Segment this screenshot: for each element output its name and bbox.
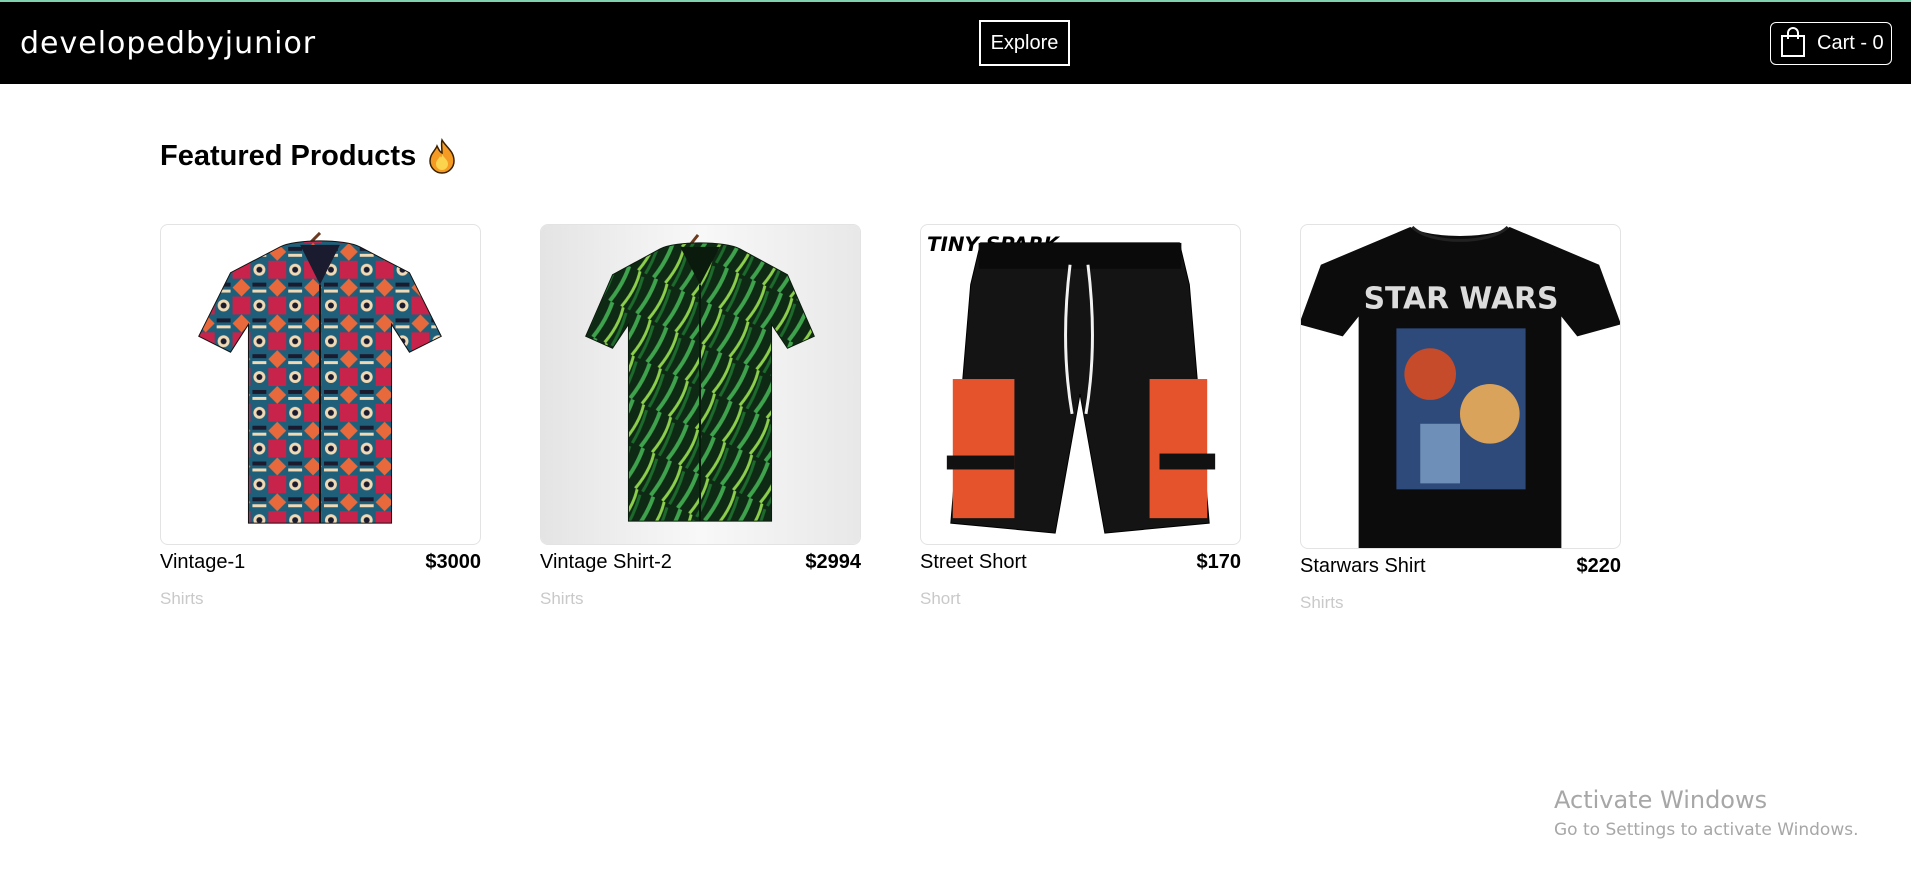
- watermark-subtitle: Go to Settings to activate Windows.: [1554, 820, 1859, 840]
- product-image-patterned-shirt[interactable]: [160, 224, 481, 545]
- product-price: $3000: [425, 551, 481, 573]
- cart-button[interactable]: Cart - 0: [1770, 22, 1892, 65]
- product-name[interactable]: Street Short: [920, 551, 1027, 574]
- product-name[interactable]: Vintage-1: [160, 551, 245, 574]
- product-category: Shirts: [1300, 593, 1344, 612]
- explore-button[interactable]: Explore: [979, 20, 1070, 66]
- product-price: $220: [1576, 555, 1622, 577]
- product-meta: Vintage Shirt-2 $2994: [540, 551, 861, 574]
- activate-windows-watermark: Activate Windows Go to Settings to activ…: [1554, 786, 1859, 840]
- product-card[interactable]: TINY SPARK Street Short $170 Short: [920, 224, 1241, 609]
- product-name[interactable]: Vintage Shirt-2: [540, 551, 672, 574]
- product-card[interactable]: Vintage-1 $3000 Shirts: [160, 224, 481, 609]
- product-image-leaf-print-shirt[interactable]: [540, 224, 861, 545]
- shopping-bag-icon: [1779, 26, 1807, 61]
- product-card[interactable]: Vintage Shirt-2 $2994 Shirts: [540, 224, 861, 609]
- section-title: Featured Products: [160, 138, 458, 174]
- product-price: $2994: [805, 551, 861, 573]
- product-category: Shirts: [540, 589, 584, 608]
- navbar: developedbyjunior Explore Cart - 0: [0, 2, 1911, 84]
- tshirt-print-text: STAR WARS: [1364, 281, 1559, 316]
- cart-label: Cart - 0: [1817, 32, 1884, 54]
- product-image-star-wars-tshirt[interactable]: STAR WARS: [1300, 224, 1621, 549]
- product-category: Short: [920, 589, 961, 608]
- brand-logo[interactable]: developedbyjunior: [20, 26, 316, 61]
- product-category: Shirts: [160, 589, 204, 608]
- section-title-text: Featured Products: [160, 139, 417, 172]
- product-meta: Starwars Shirt $220: [1300, 555, 1621, 578]
- product-card[interactable]: STAR WARS Starwars Shirt $220 Shirts: [1300, 224, 1621, 613]
- product-meta: Street Short $170: [920, 551, 1241, 574]
- watermark-title: Activate Windows: [1554, 786, 1768, 814]
- product-name[interactable]: Starwars Shirt: [1300, 555, 1426, 578]
- product-meta: Vintage-1 $3000: [160, 551, 481, 574]
- fire-icon: [426, 138, 458, 174]
- product-image-cargo-shorts[interactable]: TINY SPARK: [920, 224, 1241, 545]
- product-price: $170: [1196, 551, 1242, 573]
